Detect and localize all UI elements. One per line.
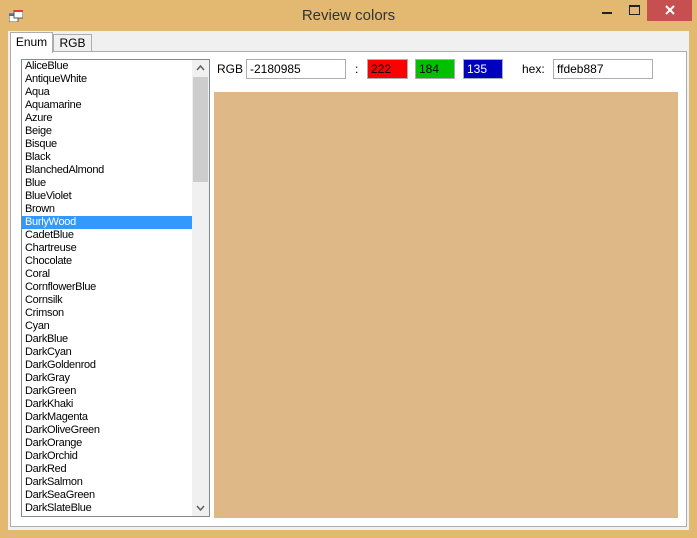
color-preview-panel [214,92,678,518]
list-item[interactable]: Black [22,151,192,164]
list-item[interactable]: Cyan [22,320,192,333]
color-list-items: AliceBlue AntiqueWhite Aqua Aquamarine Azure… [22,60,192,515]
list-item[interactable]: CornflowerBlue [22,281,192,294]
list-item[interactable]: DarkOrange [22,437,192,450]
list-item[interactable]: DarkOliveGreen [22,424,192,437]
hex-value-field[interactable]: ffdeb887 [553,59,653,79]
list-item[interactable]: AntiqueWhite [22,73,192,86]
client-area: Enum RGB AliceBlue AntiqueWhite Aqua Aquama… [8,31,689,530]
hex-label: hex: [522,62,545,76]
close-icon [664,5,675,15]
list-item[interactable]: DarkGoldenrod [22,359,192,372]
chevron-up-icon [196,64,205,71]
list-scrollbar[interactable] [192,60,209,516]
list-item[interactable]: CadetBlue [22,229,192,242]
list-item[interactable]: Beige [22,125,192,138]
minimize-button[interactable] [594,0,620,21]
window-title: Review colors [301,7,396,24]
minimize-icon [602,12,612,14]
tab-rgb[interactable]: RGB [53,34,92,52]
list-item[interactable]: Bisque [22,138,192,151]
list-item[interactable]: DarkCyan [22,346,192,359]
list-item[interactable]: BlueViolet [22,190,192,203]
red-value-field[interactable]: 222 [367,59,408,79]
list-item[interactable]: DarkGreen [22,385,192,398]
list-item[interactable]: Chocolate [22,255,192,268]
list-item[interactable]: DarkGray [22,372,192,385]
list-item[interactable]: AliceBlue [22,60,192,73]
list-item[interactable]: Cornsilk [22,294,192,307]
list-item[interactable]: DarkOrchid [22,450,192,463]
list-item[interactable]: BlanchedAlmond [22,164,192,177]
list-item[interactable]: Aqua [22,86,192,99]
list-item[interactable]: Crimson [22,307,192,320]
list-item[interactable]: Blue [22,177,192,190]
list-item[interactable]: DarkBlue [22,333,192,346]
title-bar[interactable]: Review colors [0,0,697,31]
tab-strip: Enum RGB [8,31,689,53]
list-item[interactable]: DarkSalmon [22,476,192,489]
green-value-field[interactable]: 184 [415,59,455,79]
scroll-up-button[interactable] [192,60,209,77]
list-item[interactable]: Azure [22,112,192,125]
list-item[interactable]: DarkMagenta [22,411,192,424]
list-item[interactable]: DarkRed [22,463,192,476]
blue-value-field[interactable]: 135 [463,59,503,79]
scroll-thumb[interactable] [193,77,208,182]
list-item[interactable]: Aquamarine [22,99,192,112]
maximize-button[interactable] [621,0,647,21]
rgb-label: RGB [217,62,244,76]
list-item[interactable]: DarkSlateBlue [22,502,192,515]
list-item[interactable]: BurlyWood [22,216,192,229]
tab-page-enum: AliceBlue AntiqueWhite Aqua Aquamarine Azure… [10,51,687,527]
list-item[interactable]: Coral [22,268,192,281]
separator-label: : [355,62,359,76]
list-item[interactable]: DarkSeaGreen [22,489,192,502]
list-item[interactable]: Chartreuse [22,242,192,255]
color-listbox[interactable]: AliceBlue AntiqueWhite Aqua Aquamarine Azure… [21,59,210,517]
rgb-value-field[interactable]: -2180985 [246,59,346,79]
tab-enum[interactable]: Enum [10,32,53,53]
chevron-down-icon [196,505,205,512]
main-window: Review colors Enum RGB AliceBlue AntiqueW… [0,0,697,538]
maximize-icon [628,5,640,15]
list-item[interactable]: DarkKhaki [22,398,192,411]
scroll-down-button[interactable] [192,499,209,516]
close-button[interactable] [647,0,692,21]
list-item[interactable]: Brown [22,203,192,216]
